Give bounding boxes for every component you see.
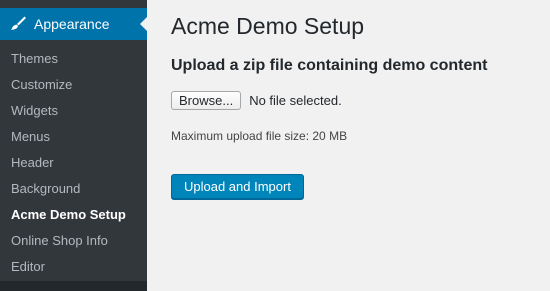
current-menu-arrow xyxy=(140,17,147,31)
submenu-item-widgets[interactable]: Widgets xyxy=(0,98,147,124)
menu-appearance[interactable]: Appearance xyxy=(0,8,147,40)
paintbrush-icon xyxy=(8,14,28,34)
submenu-item-themes[interactable]: Themes xyxy=(0,46,147,72)
appearance-submenu: Themes Customize Widgets Menus Header Ba… xyxy=(0,46,147,280)
submenu-item-customize[interactable]: Customize xyxy=(0,72,147,98)
submenu-item-header[interactable]: Header xyxy=(0,150,147,176)
file-input-row: Browse... No file selected. xyxy=(171,91,342,110)
file-status-text: No file selected. xyxy=(249,93,342,108)
max-upload-size-text: Maximum upload file size: 20 MB xyxy=(171,129,348,143)
submenu-item-online-shop-info[interactable]: Online Shop Info xyxy=(0,228,147,254)
submenu-item-menus[interactable]: Menus xyxy=(0,124,147,150)
admin-sidebar: Appearance Themes Customize Widgets Menu… xyxy=(0,0,147,291)
submenu-item-background[interactable]: Background xyxy=(0,176,147,202)
browse-button[interactable]: Browse... xyxy=(171,91,242,110)
submenu-item-editor[interactable]: Editor xyxy=(0,254,147,280)
upload-and-import-button[interactable]: Upload and Import xyxy=(171,174,304,199)
page-title: Acme Demo Setup xyxy=(171,13,365,39)
upload-section-title: Upload a zip file containing demo conten… xyxy=(171,57,488,74)
submenu-item-acme-demo-setup[interactable]: Acme Demo Setup xyxy=(0,202,147,228)
menu-appearance-label: Appearance xyxy=(34,16,110,32)
sidebar-next-section xyxy=(0,281,147,291)
